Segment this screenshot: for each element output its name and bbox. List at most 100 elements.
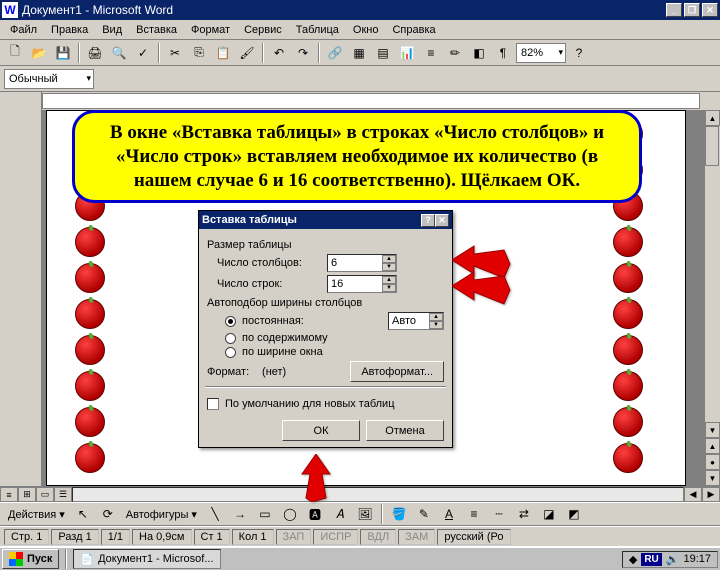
maximize-button[interactable]: ❐ <box>684 3 700 17</box>
menu-tools[interactable]: Сервис <box>238 22 288 38</box>
font-color-icon[interactable]: A <box>438 503 460 525</box>
ok-button[interactable]: ОК <box>282 420 360 441</box>
print-icon[interactable]: 🖨 <box>84 42 106 64</box>
rows-input[interactable] <box>328 276 382 292</box>
spin-up-icon[interactable]: ▲ <box>429 313 443 321</box>
rotate-icon[interactable]: ⟳ <box>97 503 119 525</box>
menu-file[interactable]: Файл <box>4 22 43 38</box>
tray-icon[interactable]: ◆ <box>629 553 637 566</box>
radio-content[interactable] <box>225 333 236 344</box>
spin-up-icon[interactable]: ▲ <box>382 276 396 284</box>
dialog-help-button[interactable]: ? <box>421 214 435 227</box>
menu-window[interactable]: Окно <box>347 22 385 38</box>
line-style-icon[interactable]: ≡ <box>463 503 485 525</box>
columns-icon[interactable]: ≡ <box>420 42 442 64</box>
fixed-width-input[interactable] <box>389 313 429 329</box>
menu-view[interactable]: Вид <box>96 22 128 38</box>
spin-up-icon[interactable]: ▲ <box>382 255 396 263</box>
redo-icon[interactable]: ↷ <box>292 42 314 64</box>
dialog-titlebar[interactable]: Вставка таблицы ? ✕ <box>199 211 452 229</box>
default-checkbox[interactable] <box>207 398 219 410</box>
fixed-width-spinbox[interactable]: ▲▼ <box>388 312 444 330</box>
select-objects-icon[interactable]: ↖ <box>72 503 94 525</box>
horizontal-ruler[interactable] <box>42 93 700 109</box>
paste-icon[interactable]: 📋 <box>212 42 234 64</box>
scroll-right-icon[interactable]: ▶ <box>702 487 720 502</box>
scroll-up-icon[interactable]: ▲ <box>705 110 720 126</box>
zoom-combo[interactable]: 82% <box>516 43 566 63</box>
spin-down-icon[interactable]: ▼ <box>382 284 396 292</box>
menu-help[interactable]: Справка <box>386 22 441 38</box>
line-icon[interactable]: ╲ <box>204 503 226 525</box>
menu-edit[interactable]: Правка <box>45 22 94 38</box>
copy-icon[interactable]: ⎘ <box>188 42 210 64</box>
oval-icon[interactable]: ◯ <box>279 503 301 525</box>
open-icon[interactable]: 📂 <box>28 42 50 64</box>
shadow-icon[interactable]: ◪ <box>538 503 560 525</box>
spin-down-icon[interactable]: ▼ <box>429 321 443 329</box>
line-color-icon[interactable]: ✎ <box>413 503 435 525</box>
wordart-icon[interactable]: 𝐴 <box>329 503 351 525</box>
start-button[interactable]: Пуск <box>2 549 59 569</box>
lang-indicator[interactable]: RU <box>641 553 661 566</box>
help-icon[interactable]: ? <box>568 42 590 64</box>
save-icon[interactable]: 💾 <box>52 42 74 64</box>
tray-volume-icon[interactable]: 🔊 <box>666 553 680 566</box>
menu-insert[interactable]: Вставка <box>130 22 183 38</box>
prev-page-icon[interactable]: ▲ <box>705 438 720 454</box>
undo-icon[interactable]: ↶ <box>268 42 290 64</box>
arrow-icon[interactable]: → <box>229 503 251 525</box>
actions-menu[interactable]: Действия ▾ <box>4 508 69 521</box>
close-button[interactable]: ✕ <box>702 3 718 17</box>
drawing-icon[interactable]: ✏ <box>444 42 466 64</box>
spin-down-icon[interactable]: ▼ <box>382 263 396 271</box>
browse-object-icon[interactable]: ● <box>705 454 720 470</box>
radio-fixed[interactable] <box>225 316 236 327</box>
3d-icon[interactable]: ◩ <box>563 503 585 525</box>
minimize-button[interactable]: _ <box>666 3 682 17</box>
fill-color-icon[interactable]: 🪣 <box>388 503 410 525</box>
scroll-thumb[interactable] <box>705 126 719 166</box>
cancel-button[interactable]: Отмена <box>366 420 444 441</box>
tables-borders-icon[interactable]: ▦ <box>348 42 370 64</box>
clock[interactable]: 19:17 <box>683 553 711 565</box>
next-page-icon[interactable]: ▼ <box>705 470 720 486</box>
dialog-close-button[interactable]: ✕ <box>435 214 449 227</box>
vertical-ruler[interactable] <box>0 110 42 486</box>
rows-spinbox[interactable]: ▲▼ <box>327 275 397 293</box>
vertical-scrollbar[interactable]: ▲ ▼ ▲ ● ▼ <box>704 110 720 486</box>
horizontal-scrollbar[interactable] <box>72 487 684 502</box>
arrow-style-icon[interactable]: ⇄ <box>513 503 535 525</box>
web-view-icon[interactable]: ⊞ <box>18 487 36 502</box>
taskbar-doc-button[interactable]: 📄 Документ1 - Microsof... <box>73 549 220 569</box>
autoshapes-menu[interactable]: Автофигуры ▾ <box>122 508 201 521</box>
outline-view-icon[interactable]: ☰ <box>54 487 72 502</box>
print-view-icon[interactable]: ▭ <box>36 487 54 502</box>
normal-view-icon[interactable]: ≡ <box>0 487 18 502</box>
status-pages: 1/1 <box>101 529 130 545</box>
clipart-icon[interactable]: 🖼 <box>354 503 376 525</box>
style-combo[interactable]: Обычный <box>4 69 94 89</box>
hyperlink-icon[interactable]: 🔗 <box>324 42 346 64</box>
scroll-left-icon[interactable]: ◀ <box>684 487 702 502</box>
spellcheck-icon[interactable]: ✓ <box>132 42 154 64</box>
menu-table[interactable]: Таблица <box>290 22 345 38</box>
format-painter-icon[interactable]: 🖌 <box>236 42 258 64</box>
show-hide-icon[interactable]: ¶ <box>492 42 514 64</box>
docmap-icon[interactable]: ◧ <box>468 42 490 64</box>
dash-style-icon[interactable]: ┄ <box>488 503 510 525</box>
autoformat-button[interactable]: Автоформат... <box>350 361 444 382</box>
scroll-down-icon[interactable]: ▼ <box>705 422 720 438</box>
preview-icon[interactable]: 🔍 <box>108 42 130 64</box>
rectangle-icon[interactable]: ▭ <box>254 503 276 525</box>
radio-window[interactable] <box>225 347 236 358</box>
excel-icon[interactable]: 📊 <box>396 42 418 64</box>
insert-table-icon[interactable]: ▤ <box>372 42 394 64</box>
cols-input[interactable] <box>328 255 382 271</box>
textbox-icon[interactable]: 🅰 <box>304 503 326 525</box>
cut-icon[interactable]: ✂ <box>164 42 186 64</box>
cols-spinbox[interactable]: ▲▼ <box>327 254 397 272</box>
menu-format[interactable]: Формат <box>185 22 236 38</box>
new-doc-icon[interactable]: 🗋 <box>4 42 26 64</box>
size-group-label: Размер таблицы <box>207 239 444 251</box>
